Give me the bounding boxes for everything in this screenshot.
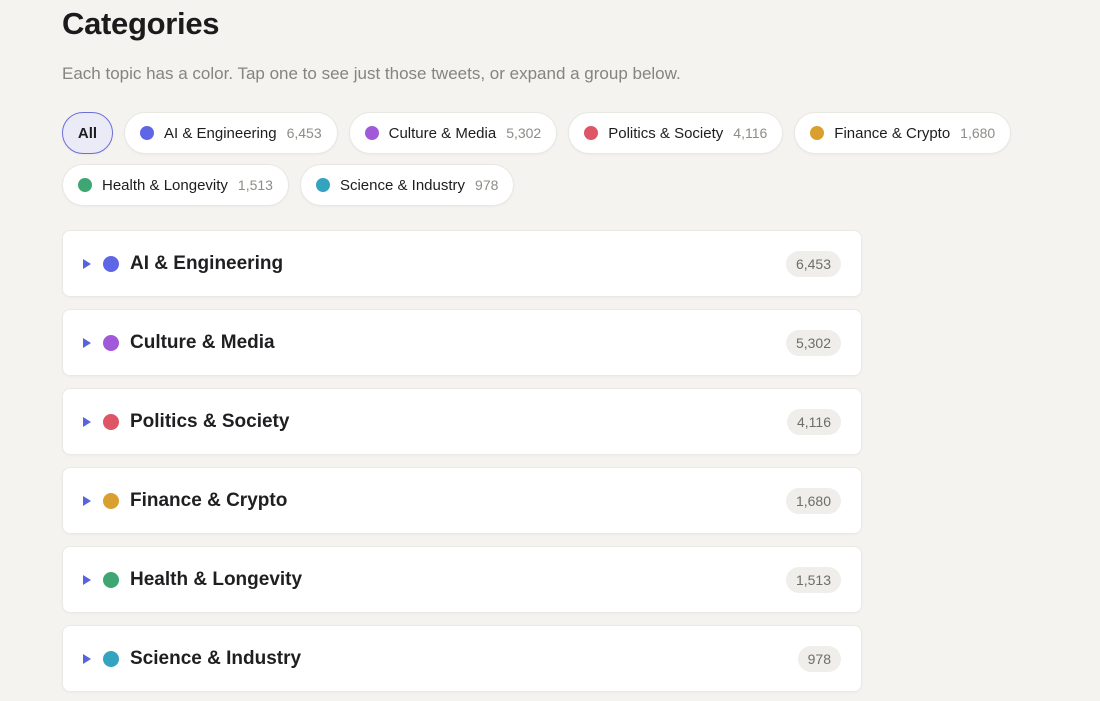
color-dot-icon (78, 178, 92, 192)
group-row-politics-society[interactable]: Politics & Society 4,116 (62, 388, 862, 455)
filter-chip-label: Politics & Society (608, 124, 724, 142)
color-dot-icon (364, 126, 379, 140)
count-badge: 4,116 (787, 408, 841, 435)
color-dot-icon (103, 571, 119, 588)
color-dot-icon (140, 126, 154, 140)
count-badge: 5,302 (785, 329, 841, 356)
group-label: Culture & Media (130, 331, 275, 353)
expand-triangle-icon (83, 337, 91, 348)
page-title: Categories (62, 6, 220, 41)
filter-chip-label: Finance & Crypto (834, 124, 951, 142)
count-badge: 978 (797, 645, 841, 672)
filter-chip-label: Science & Industry (339, 176, 466, 194)
group-label: Science & Industry (130, 647, 302, 669)
color-dot-icon (810, 126, 825, 140)
filter-chip-label: All (77, 124, 98, 142)
expand-triangle-icon (83, 258, 91, 269)
filter-chips: All AI & Engineering 6,453 Culture & Med… (62, 112, 1072, 206)
filter-chip-count: 1,680 (960, 125, 996, 141)
color-dot-icon (103, 413, 119, 430)
page-subtitle: Each topic has a color. Tap one to see j… (62, 64, 681, 83)
group-label: Health & Longevity (130, 568, 303, 590)
filter-chip-label: AI & Engineering (164, 124, 277, 142)
filter-chip-label: Culture & Media (388, 124, 497, 142)
filter-chip-count: 5,302 (506, 125, 542, 141)
categories-page: Categories Each topic has a color. Tap o… (0, 0, 1100, 701)
color-dot-icon (103, 334, 119, 351)
group-row-science-industry[interactable]: Science & Industry 978 (62, 625, 862, 692)
expand-triangle-icon (83, 574, 91, 585)
filter-chip-ai-engineering[interactable]: AI & Engineering 6,453 (124, 112, 338, 154)
filter-chip-count: 4,116 (733, 125, 768, 141)
count-badge: 1,513 (785, 566, 841, 593)
filter-chip-count: 6,453 (286, 125, 322, 141)
filter-chip-count: 978 (475, 177, 499, 193)
filter-chip-health-longevity[interactable]: Health & Longevity 1,513 (62, 164, 289, 206)
filter-chip-count: 1,513 (237, 177, 273, 193)
group-label: Politics & Society (130, 410, 290, 432)
color-dot-icon (103, 650, 119, 667)
expand-triangle-icon (83, 653, 91, 664)
group-label: AI & Engineering (130, 252, 284, 274)
expand-triangle-icon (83, 495, 91, 506)
color-dot-icon (103, 255, 119, 272)
filter-chip-science-industry[interactable]: Science & Industry 978 (299, 164, 515, 206)
filter-chip-all[interactable]: All (62, 112, 113, 154)
color-dot-icon (315, 178, 330, 192)
filter-chip-label: Health & Longevity (102, 176, 228, 194)
filter-chip-culture-media[interactable]: Culture & Media 5,302 (348, 112, 558, 154)
expand-triangle-icon (83, 416, 91, 427)
count-badge: 6,453 (785, 250, 841, 277)
color-dot-icon (584, 126, 599, 140)
color-dot-icon (103, 492, 119, 509)
category-groups: AI & Engineering 6,453 Culture & Media 5… (62, 230, 862, 701)
filter-chip-finance-crypto[interactable]: Finance & Crypto 1,680 (794, 112, 1012, 154)
group-label: Finance & Crypto (130, 489, 288, 511)
group-row-finance-crypto[interactable]: Finance & Crypto 1,680 (62, 467, 862, 534)
count-badge: 1,680 (785, 487, 841, 514)
filter-chip-politics-society[interactable]: Politics & Society 4,116 (568, 112, 784, 154)
group-row-health-longevity[interactable]: Health & Longevity 1,513 (62, 546, 862, 613)
group-row-ai-engineering[interactable]: AI & Engineering 6,453 (62, 230, 862, 297)
group-row-culture-media[interactable]: Culture & Media 5,302 (62, 309, 862, 376)
